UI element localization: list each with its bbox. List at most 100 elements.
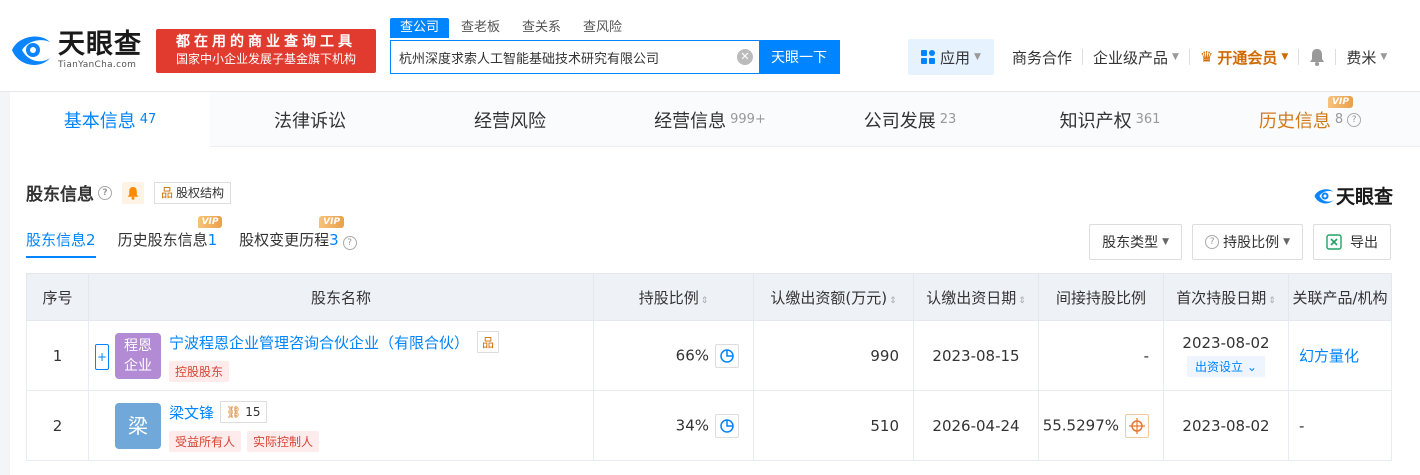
tab-legal[interactable]: 法律诉讼 <box>210 92 410 147</box>
shareholders-table: 序号 股东名称 持股比例 ⇕ 认缴出资额(万元) ⇕ 认缴出资日期 ⇕ 间接持股比例 … <box>26 273 1392 461</box>
related-link[interactable]: 幻方量化 <box>1299 347 1359 365</box>
indirect-value: 55.5297% <box>1042 416 1119 434</box>
search-button[interactable]: 天眼一下 <box>759 41 839 73</box>
tab-ip[interactable]: 知识产权 361 <box>1010 92 1210 147</box>
main-tabs: 基本信息 47 法律诉讼 经营风险 经营信息 999+ 公司发展 23 知识产权 361… <box>10 92 1420 147</box>
col-ratio[interactable]: 持股比例 ⇕ <box>593 273 754 321</box>
tab-history[interactable]: VIP 历史信息 8? <box>1210 92 1410 147</box>
subtab-label: 历史股东信息 <box>117 231 208 249</box>
enterprise-label: 企业级产品 <box>1093 48 1169 67</box>
shareholder-type-filter[interactable]: 股东类型 ▼ <box>1089 224 1183 260</box>
brand-text: 天眼查 <box>1335 186 1393 208</box>
bell-icon <box>1310 49 1325 66</box>
logo-eye-icon <box>12 36 50 65</box>
subtab-count: 1 <box>207 231 218 249</box>
export-button[interactable]: 导出 <box>1313 224 1391 260</box>
table-toolbar: 股东类型 ▼ ? 持股比例 ▼ 导出 <box>1079 224 1391 260</box>
equity-structure-button[interactable]: 品股权结构 <box>154 181 232 204</box>
vip-menu[interactable]: ♛ 开通会员 ▼ <box>1190 47 1298 68</box>
col-date[interactable]: 认缴出资日期 ⇕ <box>913 273 1039 321</box>
relation-count[interactable]: ⛓ 15 <box>220 401 267 423</box>
search-tab-boss[interactable]: 查老板 <box>451 18 510 38</box>
expand-button[interactable]: + <box>95 344 109 370</box>
bell-icon <box>127 186 139 200</box>
subtab-shareholders[interactable]: 股东信息2 <box>26 226 96 258</box>
search-tab-company[interactable]: 查公司 <box>390 18 450 38</box>
logo-text: 天眼查 <box>58 28 142 60</box>
user-menu[interactable]: 费米 ▼ <box>1336 47 1397 68</box>
help-icon: ? <box>1205 235 1220 249</box>
promo-line-1: 都在用的商业查询工具 <box>176 34 356 50</box>
table-header-row: 序号 股东名称 持股比例 ⇕ 认缴出资额(万元) ⇕ 认缴出资日期 ⇕ 间接持股比例 … <box>26 273 1392 321</box>
enterprise-menu[interactable]: 企业级产品 ▼ <box>1083 47 1189 68</box>
logo-eye-icon <box>1314 188 1334 203</box>
notification-bell[interactable] <box>1299 48 1335 66</box>
sort-icon: ⇕ <box>1268 295 1276 306</box>
search-tab-relation[interactable]: 查关系 <box>512 18 571 38</box>
vip-badge: VIP <box>197 216 223 228</box>
amount-cell: 510 <box>753 390 914 461</box>
related-cell: 幻方量化 <box>1288 320 1392 391</box>
ratio-filter[interactable]: ? 持股比例 ▼ <box>1192 224 1303 260</box>
penetration-icon <box>1129 417 1145 434</box>
col-amount[interactable]: 认缴出资额(万元) ⇕ <box>753 273 914 321</box>
penetration-button[interactable] <box>1125 413 1149 438</box>
structure-icon[interactable]: 品 <box>477 331 500 353</box>
subtab-label: 股东信息 <box>26 231 87 249</box>
ratio-value: 66% <box>675 346 709 364</box>
pie-chart-button[interactable] <box>715 343 739 368</box>
promo-line-2: 国家中小企业发展子基金旗下机构 <box>175 52 356 66</box>
tab-operation[interactable]: 经营信息 999+ <box>610 92 810 147</box>
shareholder-name: 梁文锋 <box>169 403 215 422</box>
logo-domain: TianYanCha.com <box>58 59 137 70</box>
help-icon[interactable]: ? <box>1347 112 1362 127</box>
clear-search-button[interactable]: ✕ <box>731 41 759 73</box>
chevron-down-icon: ▼ <box>1162 237 1170 247</box>
col-index: 序号 <box>26 273 89 321</box>
help-icon[interactable]: ? <box>342 236 357 250</box>
tab-basic-info[interactable]: 基本信息 47 <box>10 92 210 147</box>
relation-count-value: 15 <box>245 405 261 419</box>
filter-label: 持股比例 <box>1223 235 1280 251</box>
close-icon: ✕ <box>737 49 753 65</box>
shareholder-cell: + 程恩企业 宁波程恩企业管理咨询合伙企业（有限合伙） 品 控股股东 <box>88 320 594 391</box>
content-card: 基本信息 47 法律诉讼 经营风险 经营信息 999+ 公司发展 23 知识产权 361… <box>10 92 1420 475</box>
subtab-history-shareholders[interactable]: VIP 历史股东信息1 <box>117 216 223 258</box>
section-title-text: 股东信息 <box>26 185 94 205</box>
table-row: 1 + 程恩企业 宁波程恩企业管理咨询合伙企业（有限合伙）品 控股股东 66% … <box>26 320 1392 391</box>
help-icon[interactable]: ? <box>98 185 112 200</box>
invest-type-label: 出资设立 <box>1195 360 1244 374</box>
first-date-value: 2023-08-02 <box>1182 334 1270 352</box>
invest-type-dropdown[interactable]: 出资设立 ⌄ <box>1187 356 1265 377</box>
col-first-date[interactable]: 首次持股日期 ⇕ <box>1163 273 1289 321</box>
subtab-count: 2 <box>86 231 96 249</box>
search-type-tabs: 查公司 查老板 查关系 查风险 <box>390 18 634 38</box>
first-date-cell: 2023-08-02 出资设立 ⌄ <box>1163 320 1289 391</box>
tab-label: 知识产权 <box>1059 110 1132 132</box>
beneficial-owner-tag: 受益所有人 <box>169 431 242 452</box>
tab-development[interactable]: 公司发展 23 <box>810 92 1010 147</box>
subtab-equity-changes[interactable]: VIP 股权变更历程3? <box>239 216 357 258</box>
tab-label: 经营信息 <box>654 110 727 132</box>
pie-chart-button[interactable] <box>715 413 739 438</box>
col-first-date-label: 首次持股日期 <box>1176 288 1267 307</box>
search-bar: ✕ 天眼一下 <box>390 40 840 74</box>
structure-icon: 品 <box>161 186 174 200</box>
tab-label: 历史信息 <box>1258 110 1331 132</box>
app-menu-button[interactable]: 应用 ▼ <box>908 39 994 75</box>
shareholder-name-link[interactable]: 宁波程恩企业管理咨询合伙企业（有限合伙） 品 <box>169 331 500 353</box>
row-index: 1 <box>26 320 89 391</box>
logo[interactable]: 天眼查 TianYanCha.com <box>8 28 142 72</box>
tab-label: 法律诉讼 <box>274 110 346 132</box>
tab-risk[interactable]: 经营风险 <box>410 92 610 147</box>
tab-count: 8 <box>1334 112 1344 127</box>
date-cell: 2023-08-15 <box>913 320 1039 391</box>
search-tab-risk[interactable]: 查风险 <box>573 18 632 38</box>
tab-label: 经营风险 <box>474 110 546 132</box>
monitor-bell-button[interactable] <box>122 181 144 204</box>
business-link[interactable]: 商务合作 <box>1002 47 1082 68</box>
col-date-label: 认缴出资日期 <box>926 288 1017 307</box>
search-input[interactable] <box>391 41 731 73</box>
chevron-down-icon: ▼ <box>1172 52 1179 62</box>
shareholder-name-link[interactable]: 梁文锋 ⛓ 15 <box>169 401 267 423</box>
